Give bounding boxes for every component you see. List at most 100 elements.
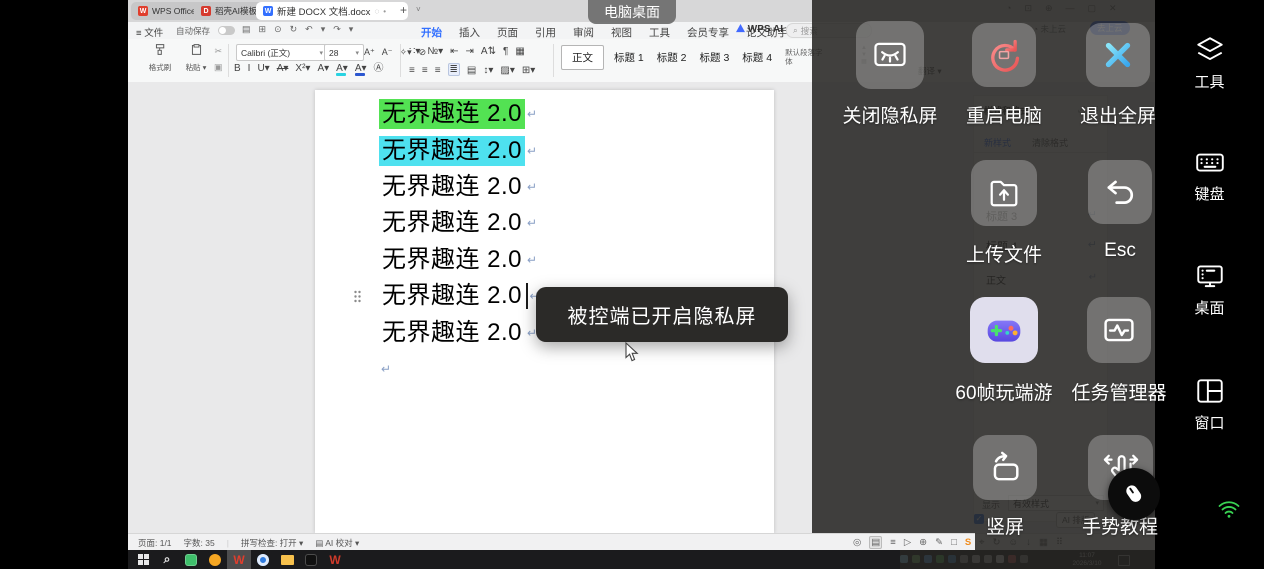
app-wps-2[interactable]: W	[323, 550, 347, 569]
decrease-indent-button[interactable]: ⇤	[450, 46, 458, 57]
screen: W WPS Office D 稻壳AI模板 W 新建 DOCX 文档.docx …	[0, 0, 1264, 569]
cut-button[interactable]: ✂	[214, 43, 223, 59]
strikethrough-button[interactable]: A▾	[277, 63, 289, 74]
highlight-color-button[interactable]: A▾	[336, 63, 348, 74]
wps-ai-tab[interactable]: WPS AI	[736, 24, 783, 35]
doc-line: 无界趣连 2.0↵	[379, 205, 540, 241]
save-icon[interactable]: ▤	[242, 24, 251, 35]
upload-file-button[interactable]	[971, 160, 1037, 226]
autosave-toggle[interactable]	[218, 26, 235, 35]
undo-menu-icon[interactable]: ▾	[321, 24, 326, 35]
paste-button[interactable]: 粘贴 ▾	[180, 43, 212, 73]
paragraph-drag-handle-icon[interactable]	[353, 290, 362, 308]
task-manager-button[interactable]	[1087, 297, 1151, 363]
app-dot	[257, 554, 269, 566]
bold-button[interactable]: B	[234, 63, 241, 74]
style-标题 1[interactable]: 标题 1	[611, 46, 647, 69]
tab-list-button[interactable]: ˅	[416, 5, 421, 14]
app-browser[interactable]	[251, 550, 275, 569]
align-left-button[interactable]: ≡	[409, 65, 415, 76]
tab-wps-office[interactable]: W WPS Office	[131, 2, 203, 20]
tab-document[interactable]: W 新建 DOCX 文档.docx ◌ •	[256, 2, 408, 20]
color-bar	[355, 73, 365, 76]
align-right-button[interactable]: ≡	[435, 65, 441, 76]
doc-line-text: 无界趣连 2.0	[379, 281, 525, 311]
italic-button[interactable]: I	[248, 63, 251, 74]
redo-icon[interactable]: ↷	[333, 24, 341, 35]
ai-check-button[interactable]: ▤ AI 校对 ▾	[315, 537, 359, 549]
copy-button[interactable]: ▣	[214, 59, 223, 75]
redo-menu-icon[interactable]: ▾	[349, 24, 354, 35]
windows-icon	[1194, 375, 1226, 407]
character-border-button[interactable]: Ⓐ	[374, 63, 384, 74]
style-gallery: 正文标题 1标题 2标题 3标题 4默认段落字体	[561, 44, 830, 70]
style-标题 4[interactable]: 标题 4	[739, 46, 775, 69]
tab-label: 稻壳AI模板	[215, 5, 257, 17]
show-marks-button[interactable]: ¶	[503, 46, 508, 57]
app-chat[interactable]	[299, 550, 323, 569]
sync-icon[interactable]: ↻	[290, 24, 298, 35]
start-button[interactable]	[131, 550, 155, 569]
shading-button[interactable]: ▨▾	[500, 65, 514, 76]
paste-icon	[190, 43, 203, 56]
play-pc-games-button[interactable]	[970, 297, 1038, 363]
app-files[interactable]	[275, 550, 299, 569]
increase-indent-button[interactable]: ⇥	[466, 46, 474, 57]
grow-font-icon[interactable]: A⁺	[364, 47, 375, 58]
format-painter-icon	[154, 43, 167, 56]
paragraph-mark-icon: ↵	[527, 253, 537, 267]
print-preview-icon[interactable]: ⊙	[274, 24, 282, 35]
app-security[interactable]	[179, 550, 203, 569]
doc-line-text: 无界趣连 2.0	[379, 136, 525, 166]
color-bar	[336, 73, 346, 76]
esc-button[interactable]	[1088, 160, 1152, 224]
font-name-select[interactable]: Calibri (正文)▾	[236, 44, 328, 61]
underline-button[interactable]: U▾	[257, 63, 269, 74]
search-button[interactable]: ⌕	[155, 550, 179, 569]
text-direction-button[interactable]: A⇅	[481, 46, 496, 57]
shrink-font-icon[interactable]: A⁻	[382, 47, 393, 58]
overlay-label: Esc	[1050, 240, 1190, 262]
style-标题 2[interactable]: 标题 2	[654, 46, 690, 69]
paragraph-mark-icon: ↵	[527, 144, 537, 158]
font-size-select[interactable]: 28▾	[324, 44, 364, 61]
align-center-button[interactable]: ≡	[422, 65, 428, 76]
style-正文[interactable]: 正文	[561, 45, 604, 70]
style-标题 3[interactable]: 标题 3	[697, 46, 733, 69]
columns-button[interactable]: ▦	[515, 46, 524, 57]
numbering-button[interactable]: №▾	[427, 46, 443, 57]
bullets-button[interactable]: ∷▾	[409, 46, 420, 57]
word-count[interactable]: 字数: 35	[184, 537, 215, 549]
wifi-status-icon	[1217, 498, 1241, 525]
exit-fullscreen-button[interactable]	[1086, 23, 1150, 87]
rail-tools-button[interactable]: 工具	[1155, 34, 1264, 92]
keyboard-icon	[1194, 146, 1226, 178]
spell-check-button[interactable]: 拼写检查: 打开 ▾	[241, 537, 303, 549]
mouse-cursor	[624, 342, 640, 367]
overlay-label: 任务管理器	[1049, 378, 1189, 405]
rail-desktop-button[interactable]: 桌面	[1155, 260, 1264, 318]
doc-line-text: 无界趣连 2.0	[379, 99, 525, 129]
rail-keyboard-button[interactable]: 键盘	[1155, 146, 1264, 204]
upload-file-icon	[985, 174, 1023, 212]
autosave-label: 自动保存	[176, 25, 210, 37]
remote-title-pill[interactable]: 电脑桌面	[588, 0, 676, 24]
print-icon[interactable]: ⊞	[259, 24, 267, 35]
font-color-button[interactable]: A▾	[355, 63, 367, 74]
undo-icon[interactable]: ↶	[305, 24, 313, 35]
phonetic-guide-button[interactable]: A▾	[317, 63, 329, 74]
app-wps[interactable]: W	[227, 550, 251, 569]
file-menu[interactable]: ≡ 文件	[136, 25, 163, 39]
app-docer[interactable]	[203, 550, 227, 569]
close-privacy-screen-button[interactable]	[856, 21, 924, 89]
portrait-mode-button[interactable]	[973, 435, 1037, 500]
line-spacing-button[interactable]: ↕▾	[483, 65, 493, 76]
format-painter-button[interactable]: 格式刷	[144, 43, 176, 73]
justify-button[interactable]: ≣	[448, 63, 460, 76]
superscript-button[interactable]: X²▾	[295, 63, 310, 74]
distribute-button[interactable]: ▤	[467, 65, 476, 76]
borders-button[interactable]: ⊞▾	[522, 65, 535, 76]
mouse-mode-button[interactable]	[1108, 468, 1160, 520]
restart-computer-button[interactable]	[972, 23, 1036, 87]
new-tab-button[interactable]: +	[400, 3, 407, 17]
